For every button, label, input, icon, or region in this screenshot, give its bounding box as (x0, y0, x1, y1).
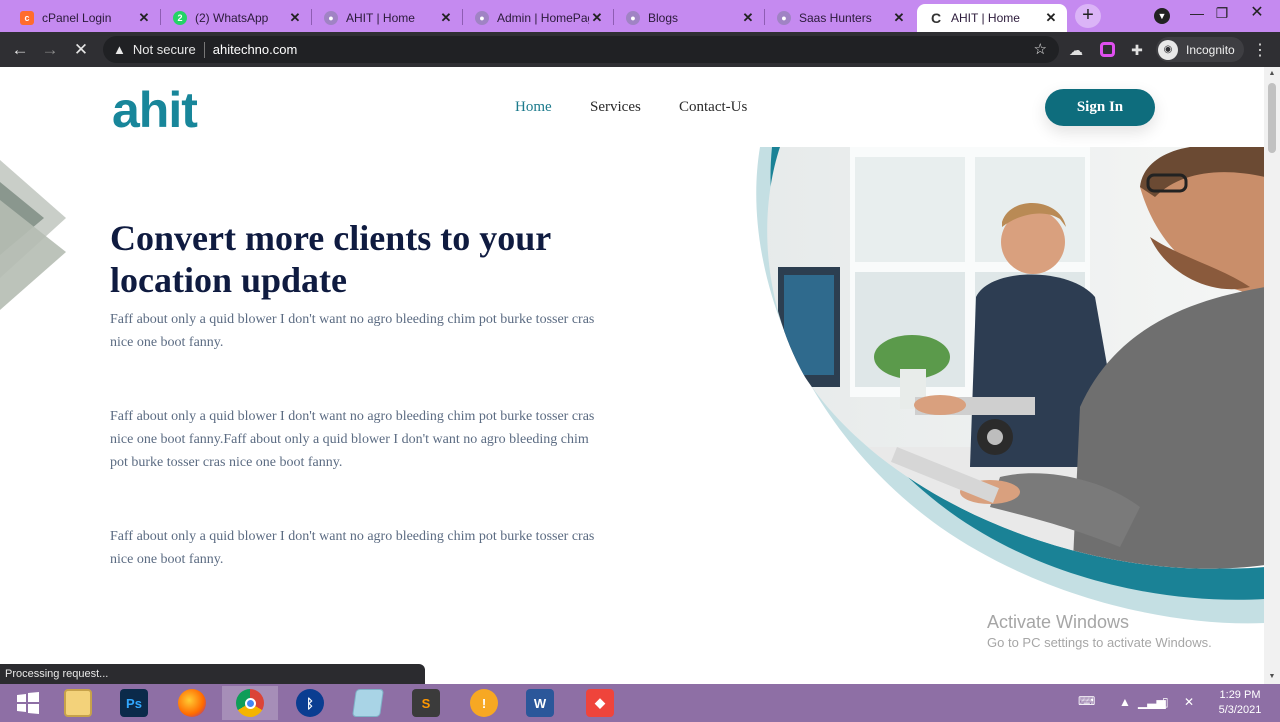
close-tab-icon[interactable]: ✕ (287, 10, 303, 26)
tab-whatsapp[interactable]: 2 (2) WhatsApp ✕ (161, 4, 311, 32)
extension-color-icon[interactable] (1097, 40, 1117, 60)
windows-taskbar: Ps ᛒ S ! W ◆ ⌨ ▲ ▁▃▅ ▯ ✕ 1:29 PM 5/3/202… (0, 684, 1280, 722)
incognito-icon: ◉ (1158, 39, 1178, 60)
sign-in-button[interactable]: Sign In (1045, 89, 1155, 126)
url-text[interactable]: ahitechno.com (213, 42, 298, 57)
nav-services[interactable]: Services (590, 99, 641, 116)
bluetooth-icon: ᛒ (296, 689, 324, 717)
globe-icon: ● (626, 11, 640, 25)
status-bubble: Processing request... (0, 664, 425, 684)
close-tab-icon[interactable]: ✕ (891, 10, 907, 26)
taskbar-bluetooth[interactable]: ᛒ (282, 686, 338, 720)
page-viewport: ahit Home Services Contact-Us Sign In Co… (0, 67, 1280, 684)
taskbar-notepad[interactable] (340, 686, 396, 720)
taskbar-word[interactable]: W (512, 686, 568, 720)
incognito-profile-button[interactable]: ◉ Incognito (1156, 37, 1244, 62)
hero-image-office-workers (756, 147, 1265, 624)
browser-toolbar: ← → ✕ ▲ Not secure ahitechno.com ☆ ☁ ✚ ◉… (0, 32, 1280, 67)
globe-icon: ● (777, 11, 791, 25)
close-window-icon[interactable]: ✕ (1238, 0, 1276, 30)
extension-cloud-icon[interactable]: ☁ (1066, 40, 1086, 60)
page-scrollbar[interactable]: ▲ ▼ (1264, 67, 1280, 684)
system-clock[interactable]: 1:29 PM 5/3/2021 (1212, 688, 1268, 718)
start-button[interactable] (0, 686, 56, 720)
keyboard-icon[interactable]: ⌨ (1078, 694, 1095, 708)
taskbar-sublime[interactable]: S (398, 686, 454, 720)
close-tab-icon[interactable]: ✕ (438, 10, 454, 26)
notepad-icon (352, 689, 384, 717)
tab-ahit-home[interactable]: ● AHIT | Home ✕ (312, 4, 462, 32)
extensions-puzzle-icon[interactable]: ✚ (1127, 40, 1147, 60)
start-icon (17, 692, 39, 714)
battery-icon[interactable]: ▯ (1162, 695, 1169, 709)
file-explorer-icon (64, 689, 92, 717)
tab-admin-homepage[interactable]: ● Admin | HomePag ✕ (463, 4, 613, 32)
anydesk-icon: ◆ (586, 689, 614, 717)
tab-strip: c cPanel Login ✕ 2 (2) WhatsApp ✕ ● AHIT… (0, 0, 1280, 32)
hero-paragraph: Faff about only a quid blower I don't wa… (110, 529, 595, 567)
avast-icon: ! (470, 689, 498, 717)
restore-icon[interactable]: ❐ (1203, 0, 1241, 30)
sublime-icon: S (412, 689, 440, 717)
address-bar[interactable]: ▲ Not secure ahitechno.com ☆ (103, 36, 1059, 63)
menu-kebab-icon[interactable]: ⋮ (1252, 40, 1268, 60)
nav-contact-us[interactable]: Contact-Us (679, 99, 747, 116)
tab-saas-hunters[interactable]: ● Saas Hunters ✕ (765, 4, 915, 32)
activate-windows-watermark: Activate Windows Go to PC settings to ac… (987, 612, 1212, 650)
taskbar-file-explorer[interactable] (50, 686, 106, 720)
forward-icon[interactable]: → (39, 39, 61, 61)
scroll-thumb[interactable] (1268, 83, 1276, 153)
taskbar-photoshop[interactable]: Ps (106, 686, 162, 720)
nav-home[interactable]: Home (515, 99, 552, 116)
photoshop-icon: Ps (120, 689, 148, 717)
globe-icon: ● (324, 11, 338, 25)
chrome-icon (236, 689, 264, 717)
tab-cpanel[interactable]: c cPanel Login ✕ (8, 4, 160, 32)
site-logo[interactable]: ahit (112, 81, 198, 139)
scroll-down-icon[interactable]: ▼ (1264, 670, 1280, 684)
taskbar-firefox[interactable] (164, 686, 220, 720)
hero-paragraph: Faff about only a quid blower I don't wa… (110, 312, 595, 350)
taskbar-avast[interactable]: ! (456, 686, 512, 720)
stop-loading-icon[interactable]: ✕ (70, 39, 92, 61)
volume-muted-icon[interactable]: ✕ (1184, 695, 1194, 709)
back-icon[interactable]: ← (9, 39, 31, 61)
security-label[interactable]: Not secure (133, 42, 196, 57)
cpanel-icon: c (20, 11, 34, 25)
close-tab-icon[interactable]: ✕ (136, 10, 152, 26)
close-tab-icon[interactable]: ✕ (740, 10, 756, 26)
show-hidden-icons[interactable]: ▲ (1119, 695, 1131, 709)
tab-search-icon[interactable]: ▼ (1154, 8, 1170, 24)
whatsapp-icon: 2 (173, 11, 187, 25)
firefox-icon (178, 689, 206, 717)
scroll-up-icon[interactable]: ▲ (1264, 67, 1280, 81)
new-tab-button[interactable]: + (1075, 4, 1101, 28)
tab-ahit-home-active[interactable]: C AHIT | Home ✕ (917, 4, 1067, 32)
tab-blogs[interactable]: ● Blogs ✕ (614, 4, 764, 32)
decorative-chevrons (0, 160, 66, 310)
close-tab-icon[interactable]: ✕ (1043, 10, 1059, 26)
loading-icon: C (930, 10, 942, 26)
word-icon: W (526, 689, 554, 717)
globe-icon: ● (475, 11, 489, 25)
close-tab-icon[interactable]: ✕ (589, 10, 605, 26)
taskbar-anydesk[interactable]: ◆ (572, 686, 628, 720)
omnibox-separator (203, 41, 205, 58)
hero-title: Convert more clients to your location up… (110, 218, 551, 300)
bookmark-star-icon[interactable]: ☆ (1034, 40, 1047, 58)
taskbar-chrome[interactable] (222, 686, 278, 720)
hero-paragraph: Faff about only a quid blower I don't wa… (110, 409, 595, 470)
warning-icon: ▲ (113, 42, 126, 57)
